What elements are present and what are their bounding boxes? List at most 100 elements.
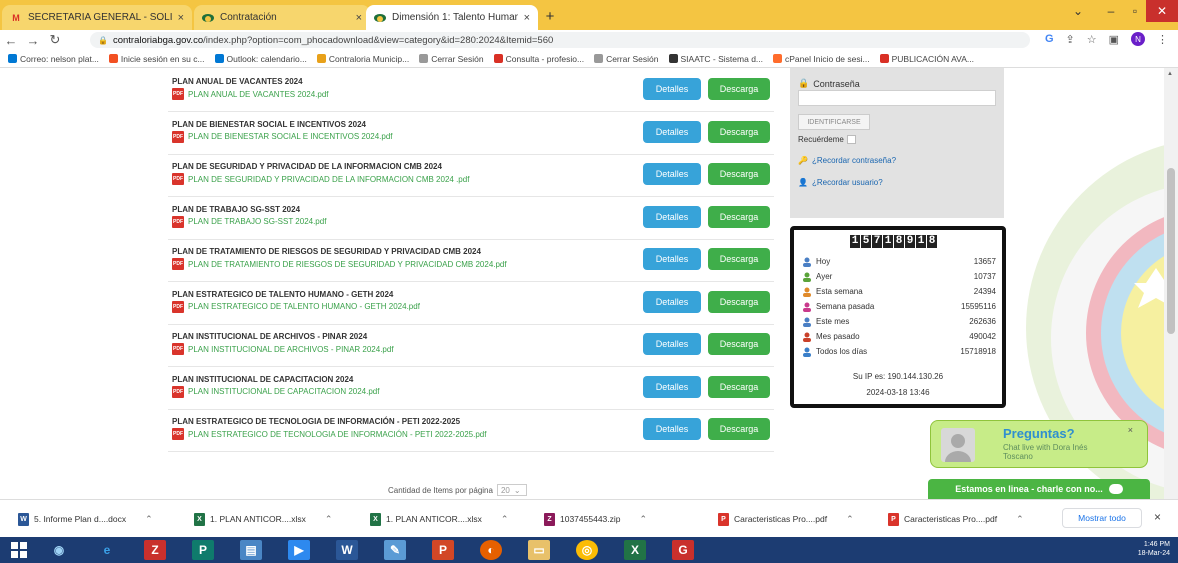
chat-close-icon[interactable]: × [1128, 425, 1133, 435]
bookmark-item[interactable]: PUBLICACIÓN AVA... [879, 54, 974, 64]
reload-icon[interactable]: ↻ [44, 32, 66, 48]
tab-dimension-talento-humano[interactable]: Dimensión 1: Talento Humano × [366, 5, 538, 30]
download-button[interactable]: Descarga [708, 333, 770, 355]
download-item[interactable]: X 1. PLAN ANTICOR....xlsx ⌃ [194, 509, 332, 529]
details-button[interactable]: Detalles [643, 120, 701, 143]
tab-contratacion[interactable]: Contratación × [194, 5, 370, 30]
chevron-up-icon[interactable]: ⌃ [325, 514, 333, 525]
browser-app-icon[interactable]: ◉ [48, 540, 70, 560]
paint-icon[interactable]: ✎ [384, 540, 406, 560]
tab-secretaria[interactable]: M SECRETARIA GENERAL - SOLICIT × [2, 5, 192, 30]
download-button[interactable]: Descarga [708, 78, 770, 100]
vertical-scrollbar[interactable]: ▲ [1164, 68, 1178, 499]
download-item[interactable]: Z 10374554​43.zip ⌃ [544, 509, 647, 529]
window-close-icon[interactable]: ✕ [1146, 0, 1178, 22]
items-per-page-select[interactable]: 20 ⌄ [496, 484, 527, 496]
bookmark-item[interactable]: Outlook: calendario... [214, 54, 307, 64]
chevron-up-icon[interactable]: ⌃ [501, 514, 509, 525]
share-icon[interactable]: ⇪ [1066, 33, 1075, 46]
details-button[interactable]: Detalles [643, 375, 701, 398]
chrome-icon[interactable]: ◎ [576, 540, 598, 560]
download-item[interactable]: X 1. PLAN ANTICOR....xlsx ⌃ [370, 509, 508, 529]
forgot-password-link[interactable]: 🔑 ¿Recordar contraseña? [798, 156, 896, 165]
signin-button[interactable]: IDENTIFICARSE [798, 114, 870, 130]
download-button[interactable]: Descarga [708, 205, 770, 228]
document-file-link[interactable]: PDF PLAN INSTITUCIONAL DE CAPACITACION 20… [172, 385, 379, 398]
edge-icon[interactable]: e [96, 540, 118, 560]
download-item[interactable]: W 5. Informe Plan d....docx ⌃ [18, 509, 153, 529]
bookmark-item[interactable]: Contraloria Municip... [316, 54, 409, 64]
download-button[interactable]: Descarga [708, 248, 770, 270]
download-button[interactable]: Descarga [708, 418, 770, 440]
details-button[interactable]: Detalles [643, 333, 701, 355]
document-file-link[interactable]: PDF PLAN ANUAL DE VACANTES 2024.pdf [172, 88, 329, 100]
minimize-icon[interactable]: – [1098, 0, 1124, 22]
document-file-link[interactable]: PDF PLAN ESTRATEGICO DE TECNOLOGIA DE INF… [172, 428, 486, 440]
chevron-up-icon[interactable]: ⌃ [1016, 514, 1024, 525]
word-icon[interactable]: W [336, 540, 358, 560]
windows-start-icon[interactable] [8, 540, 30, 560]
firefox-icon[interactable]: ◐ [480, 540, 502, 560]
forward-icon[interactable]: → [22, 33, 44, 48]
bookmark-item[interactable]: SIAATC - Sistema d... [668, 54, 763, 64]
document-file-link[interactable]: PDF PLAN ESTRATEGICO DE TALENTO HUMANO - … [172, 300, 420, 313]
notes-icon[interactable]: ▤ [240, 540, 262, 560]
show-all-downloads-button[interactable]: Mostrar todo [1062, 508, 1142, 528]
password-field[interactable] [798, 90, 996, 106]
bookmark-item[interactable]: Correo: nelson plat... [8, 54, 99, 64]
tab-search-icon[interactable]: ⌄ [1066, 0, 1090, 22]
bookmark-item[interactable]: Cerrar Sesión [594, 54, 659, 64]
document-file-link[interactable]: PDF PLAN INSTITUCIONAL DE ARCHIVOS - PINA… [172, 343, 394, 355]
google-lens-icon[interactable]: G [1045, 33, 1054, 45]
project-icon[interactable]: P [192, 540, 214, 560]
close-icon[interactable]: × [178, 12, 184, 24]
back-icon[interactable]: ← [0, 33, 22, 48]
download-button[interactable]: Descarga [708, 290, 770, 313]
details-button[interactable]: Detalles [643, 163, 701, 185]
media-icon[interactable]: ▶ [288, 540, 310, 560]
details-button[interactable]: Detalles [643, 418, 701, 440]
document-file-link[interactable]: PDF PLAN DE SEGURIDAD Y PRIVACIDAD DE LA … [172, 173, 469, 185]
download-button[interactable]: Descarga [708, 375, 770, 398]
chat-widget[interactable]: Preguntas? Chat live with Dora Inés Tosc… [930, 420, 1148, 468]
profile-avatar[interactable]: N [1131, 32, 1145, 46]
bookmark-item[interactable]: Consulta - profesio... [493, 54, 584, 64]
folder-icon[interactable]: ▭ [528, 540, 550, 560]
details-button[interactable]: Detalles [643, 248, 701, 270]
forgot-user-link[interactable]: 👤 ¿Recordar usuario? [798, 178, 883, 187]
url-input[interactable]: 🔒 contraloriabga.gov.co/index.php?option… [90, 32, 1030, 48]
maximize-icon[interactable]: ▫ [1124, 0, 1146, 22]
remember-me[interactable]: Recuérdeme [798, 135, 856, 144]
powerpoint-icon[interactable]: P [432, 540, 454, 560]
download-item[interactable]: P Caracteristicas Pro....pdf ⌃ [888, 509, 1024, 529]
bookmark-item[interactable]: cPanel Inicio de sesi... [773, 54, 870, 64]
chevron-up-icon[interactable]: ⌃ [145, 514, 153, 525]
chrome-active-icon[interactable]: G [672, 540, 694, 560]
details-button[interactable]: Detalles [643, 205, 701, 228]
star-icon[interactable]: ☆ [1087, 33, 1097, 46]
sidepanel-icon[interactable]: ▣ [1109, 33, 1119, 46]
document-file-link[interactable]: PDF PLAN DE BIENESTAR SOCIAL E INCENTIVOS… [172, 130, 393, 143]
chevron-up-icon[interactable]: ⌃ [640, 514, 648, 525]
chat-online-bar[interactable]: Estamos en linea - charle con no... [928, 479, 1150, 499]
bookmark-item[interactable]: Cerrar Sesión [419, 54, 484, 64]
close-icon[interactable]: × [1154, 510, 1161, 524]
details-button[interactable]: Detalles [643, 78, 701, 100]
close-icon[interactable]: × [356, 12, 362, 24]
menu-icon[interactable]: ⋮ [1157, 33, 1168, 46]
remember-checkbox[interactable] [846, 135, 856, 144]
scrollbar-thumb[interactable] [1167, 168, 1175, 334]
new-tab-button[interactable]: + [540, 7, 560, 25]
close-icon[interactable]: × [524, 12, 530, 24]
bookmark-item[interactable]: Inicie sesión en su c... [108, 54, 205, 64]
download-item[interactable]: P Caracteristicas Pro....pdf ⌃ [718, 509, 854, 529]
scroll-up-icon[interactable]: ▲ [1167, 71, 1173, 77]
details-button[interactable]: Detalles [643, 290, 701, 313]
document-file-link[interactable]: PDF PLAN DE TRATAMIENTO DE RIESGOS DE SEG… [172, 258, 507, 270]
document-file-link[interactable]: PDF PLAN DE TRABAJO SG-SST 2024.pdf [172, 215, 326, 228]
filezilla-icon[interactable]: Z [144, 540, 166, 560]
chevron-up-icon[interactable]: ⌃ [846, 514, 854, 525]
excel-icon[interactable]: X [624, 540, 646, 560]
download-button[interactable]: Descarga [708, 120, 770, 143]
download-button[interactable]: Descarga [708, 163, 770, 185]
